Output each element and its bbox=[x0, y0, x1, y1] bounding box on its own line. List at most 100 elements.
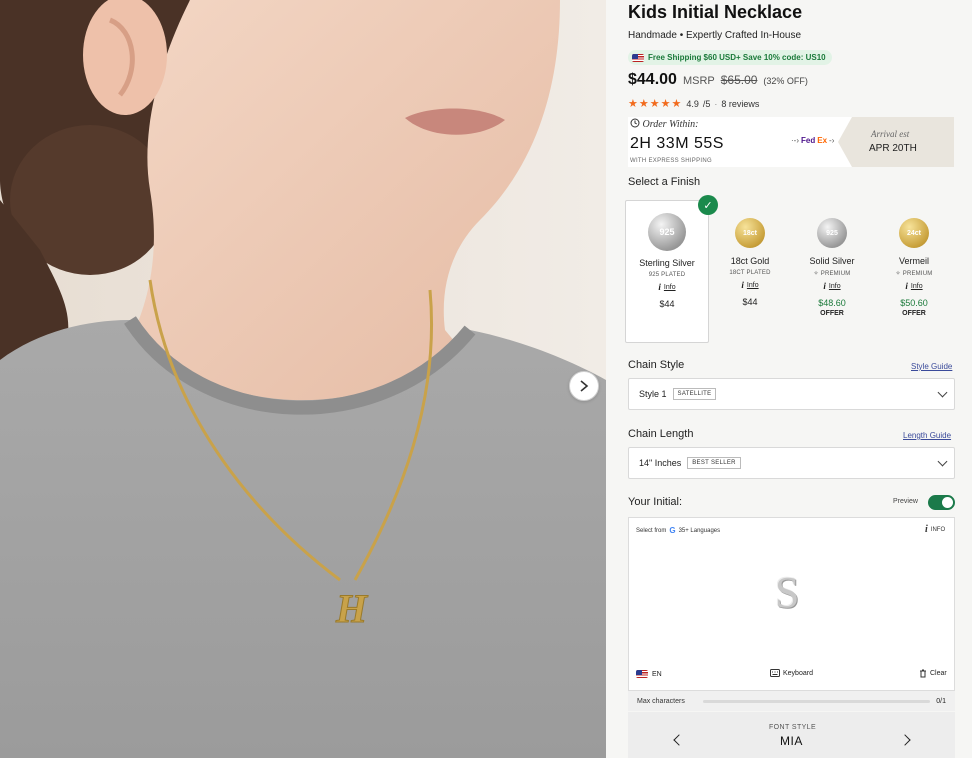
order-within-label: Order Within: bbox=[630, 118, 699, 130]
discount-percent: (32% OFF) bbox=[763, 76, 808, 86]
chevron-down-icon bbox=[937, 387, 948, 398]
finish-option-solid-silver[interactable]: 925 Solid Silver ✧ PREMIUM i Info $48.60 O… bbox=[790, 200, 874, 343]
star-rating-icon: ★★★★★ bbox=[628, 98, 683, 110]
us-flag-icon bbox=[636, 670, 648, 678]
rating-scale: /5 bbox=[702, 98, 711, 109]
length-guide-link[interactable]: Length Guide bbox=[903, 431, 951, 440]
language-selector[interactable]: EN bbox=[636, 670, 662, 678]
finish-name: Sterling Silver bbox=[639, 258, 695, 268]
chevron-down-icon bbox=[937, 456, 948, 467]
finish-sub: PREMIUM bbox=[902, 270, 933, 277]
clock-icon bbox=[630, 118, 640, 128]
rating-separator: · bbox=[714, 98, 718, 109]
msrp-label: MSRP bbox=[682, 75, 715, 87]
language-code: EN bbox=[652, 670, 662, 678]
review-count[interactable]: 8 reviews bbox=[721, 99, 759, 109]
product-title: Kids Initial Necklace bbox=[628, 2, 803, 22]
max-characters-label: Max characters bbox=[637, 697, 685, 705]
preview-label: Preview bbox=[893, 498, 918, 505]
language-note: Select from G 35+ Languages bbox=[636, 526, 720, 535]
gallery-next-button[interactable] bbox=[569, 371, 599, 401]
keyboard-icon bbox=[770, 669, 780, 677]
silver-coin-icon: 925 bbox=[648, 213, 686, 251]
finish-price: $44 bbox=[742, 297, 758, 307]
finish-section-label: Select a Finish bbox=[628, 176, 701, 188]
chain-length-tag: BEST SELLER bbox=[687, 457, 741, 469]
arrival-label: Arrival est bbox=[871, 129, 910, 139]
rating-row[interactable]: ★★★★★ 4.9 /5 · 8 reviews bbox=[628, 97, 759, 110]
finish-price: $48.60 bbox=[818, 298, 846, 308]
finish-info-link[interactable]: i Info bbox=[708, 280, 792, 290]
info-icon: i bbox=[658, 282, 661, 292]
current-price: $44.00 bbox=[628, 71, 677, 88]
finish-info-link[interactable]: i Info bbox=[790, 281, 874, 291]
finish-name: Vermeil bbox=[898, 256, 929, 266]
finish-info-link[interactable]: i Info bbox=[626, 282, 708, 292]
product-subtitle: Handmade • Expertly Crafted In-House bbox=[628, 30, 802, 41]
clear-button[interactable]: Clear bbox=[919, 669, 947, 678]
arrival-date: APR 20TH bbox=[869, 143, 917, 154]
info-icon: i bbox=[741, 280, 744, 290]
sparkle-icon: ✧ bbox=[895, 271, 901, 277]
finish-name: 18ct Gold bbox=[730, 256, 770, 266]
photo-illustration: H bbox=[0, 0, 606, 758]
countdown-timer: 2H 33M 55S bbox=[630, 135, 724, 152]
info-icon: i bbox=[823, 281, 826, 291]
info-icon: i bbox=[905, 281, 908, 291]
keyboard-label: Keyboard bbox=[783, 669, 813, 677]
express-shipping-note: WITH EXPRESS SHIPPING bbox=[630, 158, 712, 164]
finish-price: $44 bbox=[659, 299, 675, 309]
finish-sub-premium: ✧ PREMIUM bbox=[872, 270, 956, 278]
finish-sub: 925 PLATED bbox=[648, 272, 686, 278]
finish-info-link[interactable]: i Info bbox=[872, 281, 956, 291]
finish-offer-label: OFFER bbox=[902, 310, 926, 317]
product-photo: H bbox=[0, 0, 606, 758]
msrp-price: $65.00 bbox=[720, 73, 758, 87]
us-flag-icon bbox=[632, 53, 644, 62]
arrival-estimate-box bbox=[838, 117, 954, 167]
language-note-prefix: Select from bbox=[636, 527, 667, 534]
fedex-ex: Ex bbox=[817, 136, 828, 145]
max-characters-row: Max characters 0/1 bbox=[628, 691, 955, 711]
keyboard-button[interactable]: Keyboard bbox=[770, 669, 813, 677]
chain-length-select[interactable]: 14" Inches BEST SELLER bbox=[628, 447, 955, 479]
chain-style-select[interactable]: Style 1 SATELLITE bbox=[628, 378, 955, 410]
finish-sub-premium: ✧ PREMIUM bbox=[790, 270, 874, 278]
max-characters-count: 0/1 bbox=[936, 697, 946, 705]
chain-style-value: Style 1 bbox=[639, 389, 667, 399]
gold-coin-icon: 24ct bbox=[899, 218, 929, 248]
fedex-logo: ·-› Fed Ex -› bbox=[791, 136, 834, 145]
finish-option-18ct-gold[interactable]: 18ct 18ct Gold 18CT PLATED i Info $44 bbox=[708, 200, 792, 343]
google-icon: G bbox=[669, 526, 676, 535]
dashed-arrow-icon: ·-› bbox=[791, 136, 799, 145]
fedex-fed: Fed bbox=[801, 136, 816, 145]
chain-length-value: 14" Inches bbox=[639, 458, 682, 468]
chain-style-tag: SATELLITE bbox=[672, 388, 717, 400]
finish-name: Solid Silver bbox=[809, 256, 855, 266]
trash-icon bbox=[920, 669, 926, 678]
finish-offer-label: OFFER bbox=[820, 310, 844, 317]
finish-sub: PREMIUM bbox=[820, 270, 851, 277]
dashed-arrow-icon: -› bbox=[829, 136, 835, 145]
preview-toggle[interactable] bbox=[928, 495, 955, 510]
finish-info-label: Info bbox=[663, 283, 676, 291]
gold-coin-icon: 18ct bbox=[735, 218, 765, 248]
svg-text:H: H bbox=[335, 586, 369, 631]
shipping-promo-text: Free Shipping $60 USD+ Save 10% code: US… bbox=[648, 53, 826, 62]
finish-info-label: Info bbox=[828, 282, 841, 290]
initial-info-link[interactable]: i INFO bbox=[925, 524, 945, 535]
chevron-right-icon bbox=[580, 380, 589, 392]
clear-label: Clear bbox=[930, 670, 947, 677]
finish-option-vermeil[interactable]: 24ct Vermeil ✧ PREMIUM i Info $50.60 OFFER bbox=[872, 200, 956, 343]
font-style-label: FONT STYLE bbox=[769, 724, 817, 731]
your-initial-label: Your Initial: bbox=[628, 496, 683, 508]
initial-info-label: INFO bbox=[930, 526, 946, 533]
rating-value: 4.9 bbox=[686, 98, 699, 109]
finish-info-label: Info bbox=[746, 281, 759, 289]
finish-option-sterling-silver[interactable]: 925 Sterling Silver 925 PLATED i Info $44 bbox=[625, 200, 709, 343]
order-within-text: Order Within: bbox=[642, 119, 699, 130]
price-row: $44.00 MSRP $65.00 (32% OFF) bbox=[628, 71, 808, 89]
finish-info-label: Info bbox=[910, 282, 923, 290]
shipping-promo-badge: Free Shipping $60 USD+ Save 10% code: US… bbox=[628, 50, 832, 65]
style-guide-link[interactable]: Style Guide bbox=[911, 362, 952, 371]
